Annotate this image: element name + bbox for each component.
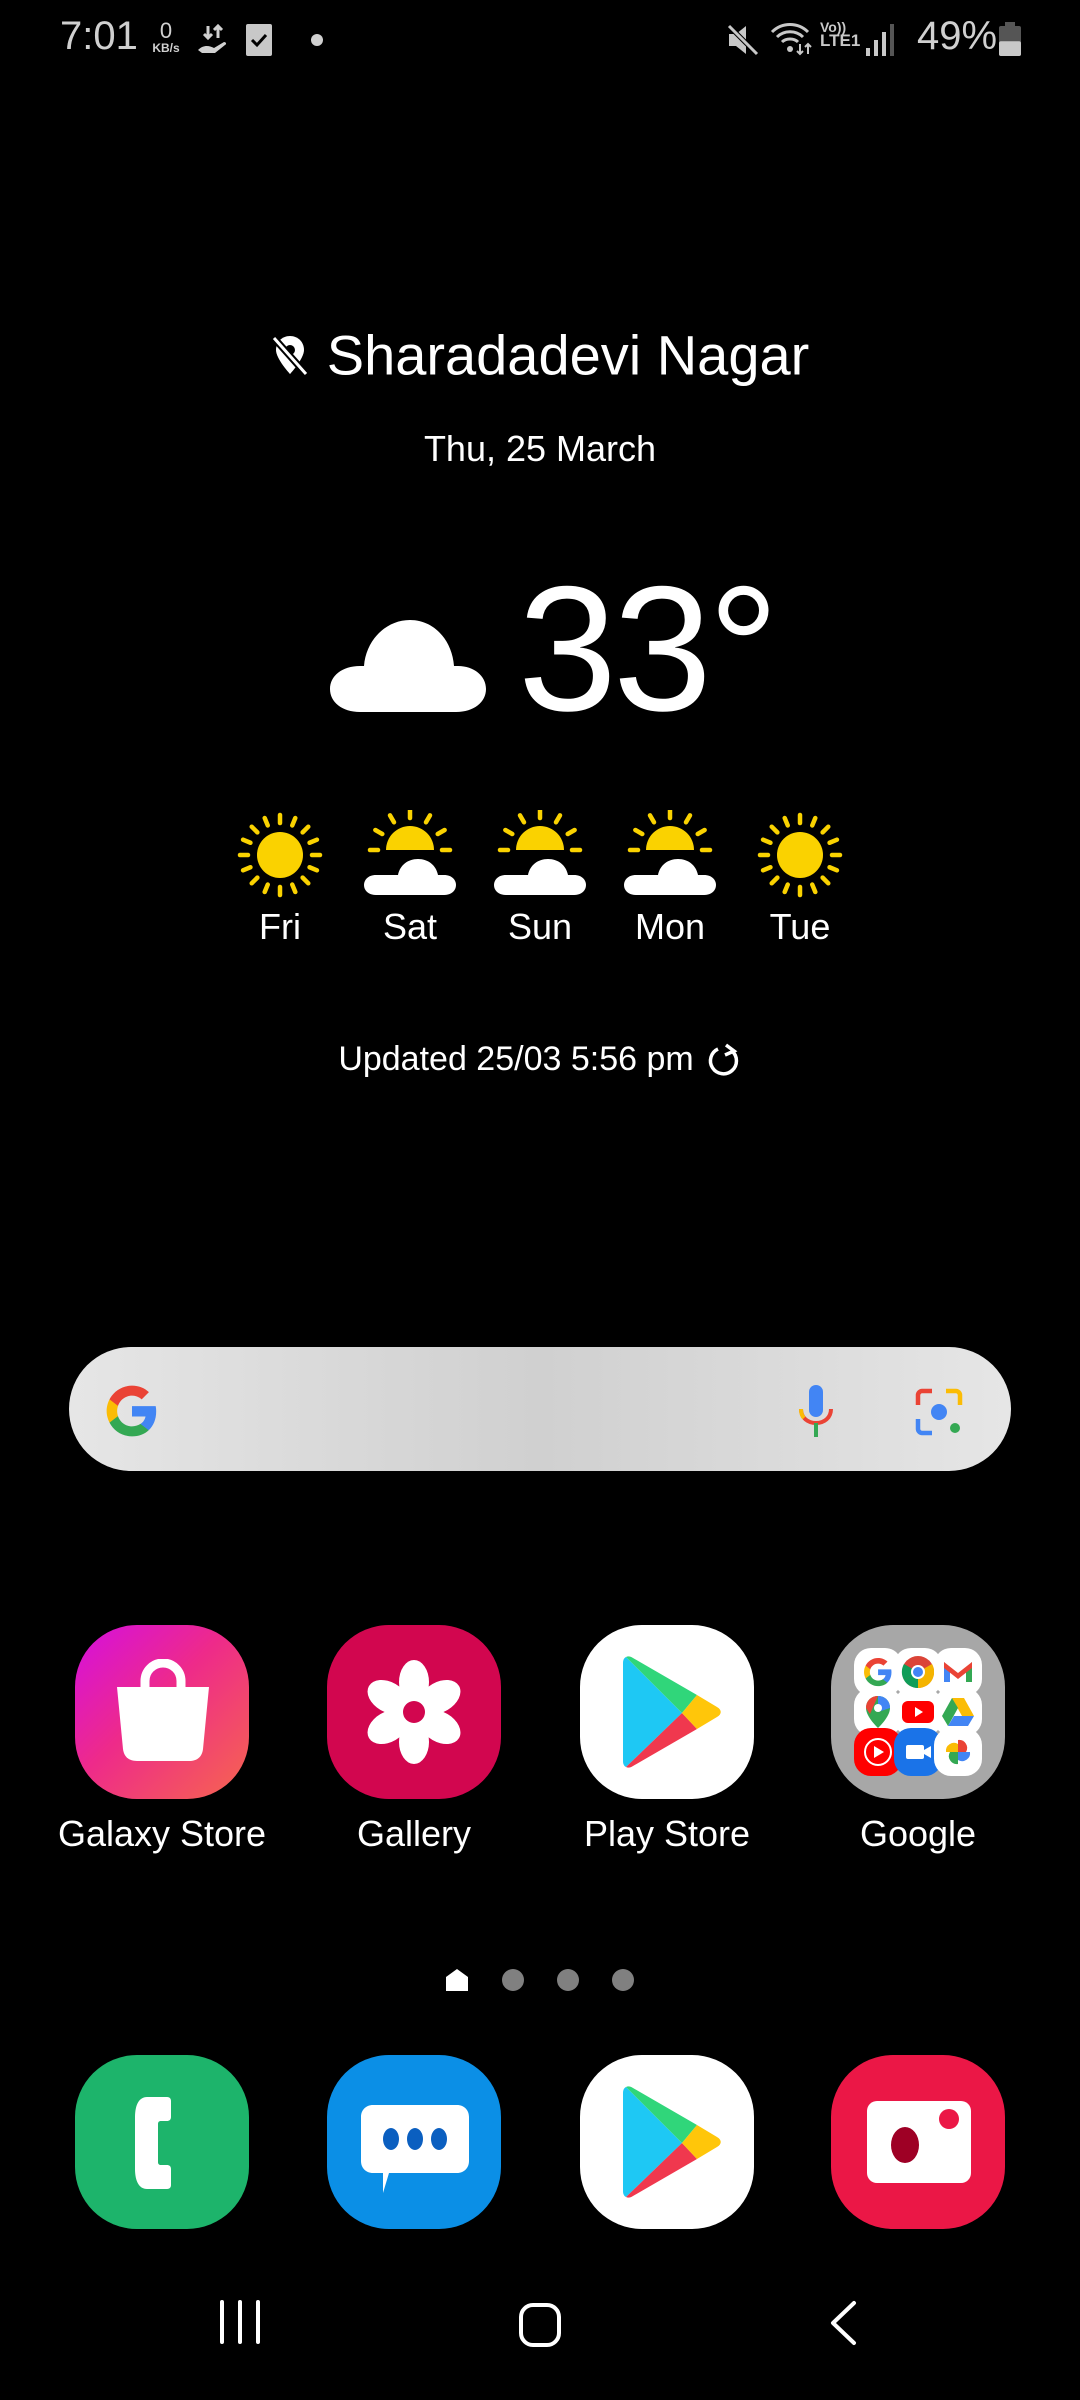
app-label: Play Store [583,1813,751,1854]
home-icon[interactable] [518,2302,562,2348]
app-label: Galaxy Store [57,1813,267,1854]
forecast-day: Mon [610,810,730,948]
forecast-day: Fri [220,810,340,948]
partly-cloudy-icon [360,810,460,898]
checkbox-notification-icon [246,24,272,56]
forecast-row: Fri Sat Sun Mon Tue [220,810,860,970]
page-dot[interactable] [502,1969,524,1991]
battery-percent: 49% [917,14,998,58]
weather-location: Sharadadevi Nagar [0,318,1080,388]
app-play-store[interactable]: Play Store [557,1625,777,1855]
network-speed: 0 KB/s [143,18,189,55]
network-speed-unit: KB/s [152,41,180,55]
app-label: Google [859,1813,977,1854]
gallery-app-icon[interactable] [327,1625,501,1799]
mute-icon [727,24,759,56]
sunny-icon [237,812,323,898]
lte-label: LTE1 [820,31,861,50]
dock-messages[interactable] [304,2055,524,2229]
message-icon [361,2105,469,2193]
refresh-icon[interactable] [706,1043,742,1079]
data-transfer-icon [198,24,227,53]
location-off-icon [271,335,309,377]
google-g-icon [106,1385,157,1437]
volte-lte1-icon: Vo)) LTE1 [820,20,861,50]
dock [0,2055,1080,2235]
dock-camera[interactable] [808,2055,1028,2229]
signal-icon [866,24,894,56]
network-speed-value: 0 [159,18,173,43]
dock-phone[interactable] [52,2055,272,2229]
weather-updated: Updated 25/03 5:56 pm [0,1040,1080,1079]
app-google-folder[interactable]: Google [808,1625,1028,1855]
play-store-app-icon[interactable] [580,1625,754,1799]
forecast-day-label: Mon [634,906,706,947]
current-weather: 33° [330,549,779,748]
forecast-day-label: Sat [382,906,438,947]
google-folder-icon[interactable] [831,1625,1005,1799]
phone-app-icon[interactable] [75,2055,249,2229]
page-dot[interactable] [557,1969,579,1991]
forecast-day: Tue [740,810,860,948]
camera-icon [867,2101,971,2183]
weather-date: Thu, 25 March [423,428,657,469]
wifi-icon [770,23,812,56]
location-name: Sharadadevi Nagar [326,323,810,387]
weather-widget[interactable]: Sharadadevi Nagar Thu, 25 March 33° Fri … [0,300,1080,1080]
battery-icon [999,22,1021,56]
forecast-day: Sat [350,810,470,948]
partly-cloudy-icon [620,810,720,898]
forecast-day-label: Tue [769,906,831,947]
flower-icon [367,1660,461,1764]
messages-app-icon[interactable] [327,2055,501,2229]
sunny-icon [757,812,843,898]
app-gallery[interactable]: Gallery [304,1625,524,1855]
page-dot[interactable] [612,1969,634,1991]
google-lens-icon[interactable] [914,1387,964,1437]
status-bar[interactable]: 7:01 0 KB/s Vo)) LTE1 49% [0,0,1080,80]
forecast-day: Sun [480,810,600,948]
status-time: 7:01 [60,14,138,58]
forecast-day-label: Fri [259,906,301,947]
camera-app-icon[interactable] [831,2055,1005,2229]
back-icon[interactable] [828,2300,858,2346]
cloud-icon [330,620,486,712]
play-store-icon [623,2086,721,2198]
app-label: Gallery [356,1813,472,1854]
play-store-icon [623,1656,721,1768]
phone-icon [135,2097,171,2189]
shopping-bag-icon [117,1659,209,1761]
notification-dot-icon [311,34,323,46]
microphone-icon[interactable] [796,1385,836,1441]
forecast-day-label: Sun [507,906,573,947]
google-search-bar[interactable] [69,1347,1011,1471]
play-store-dock-icon[interactable] [580,2055,754,2229]
app-galaxy-store[interactable]: Galaxy Store [52,1625,272,1855]
page-indicator[interactable] [440,1960,640,2000]
updated-text: Updated 25/03 5:56 pm [338,1040,694,1078]
galaxy-store-app-icon[interactable] [75,1625,249,1799]
home-page-icon[interactable] [446,1969,468,1991]
dock-play-store[interactable] [557,2055,777,2229]
recents-icon[interactable] [218,2300,262,2344]
current-temperature: 33° [518,549,779,748]
folder-photos-icon [934,1728,982,1776]
partly-cloudy-icon [490,810,590,898]
